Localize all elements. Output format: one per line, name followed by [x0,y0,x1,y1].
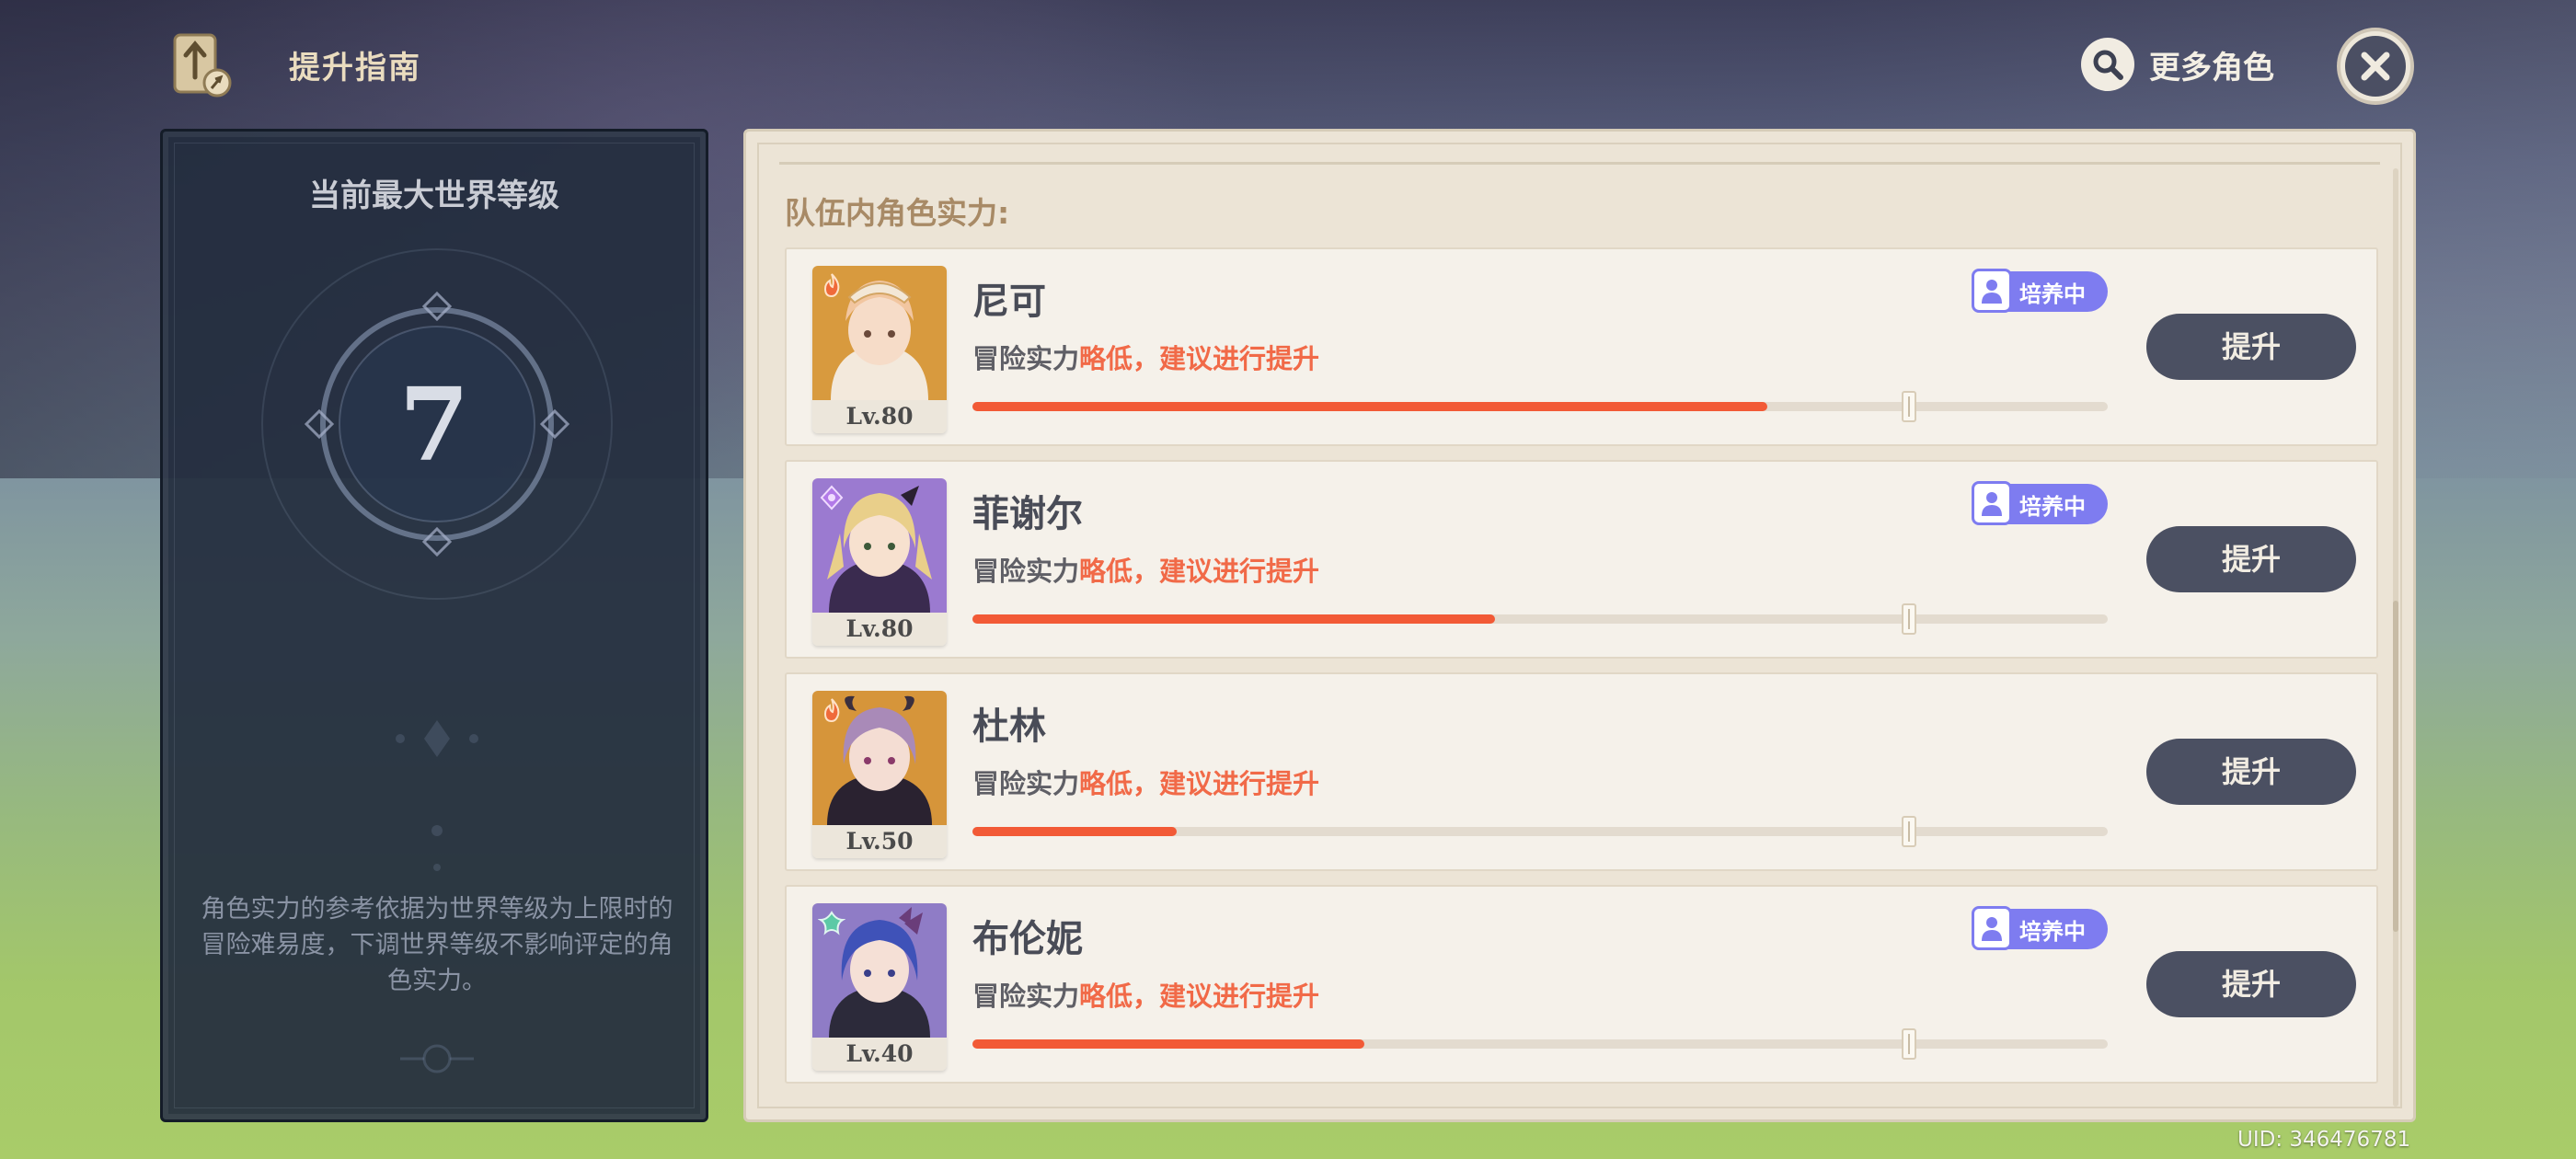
character-level: Lv.80 [812,400,947,433]
character-name: 菲谢尔 [972,493,1083,535]
power-warning: 略低，建议进行提升 [1079,981,1320,1012]
character-card: Lv.50 杜林 冒险实力略低，建议进行提升 提升 [785,672,2378,871]
training-badge-label: 培养中 [2019,918,2086,945]
page-title: 提升指南 [289,50,421,86]
pyro-element-icon [818,271,845,299]
power-rating: 冒险实力略低，建议进行提升 [972,338,1319,376]
power-progress-bar [972,816,2108,847]
training-badge-label: 培养中 [2019,493,2086,520]
power-warning: 略低，建议进行提升 [1079,768,1320,799]
power-progress-bar [972,391,2108,422]
character-portrait[interactable]: Lv.80 [812,478,947,646]
recommended-level-marker [1902,1028,1917,1060]
training-badge-label: 培养中 [2019,281,2086,307]
character-card: Lv.80 菲谢尔 冒险实力略低，建议进行提升 培养中 提升 [785,460,2378,659]
training-badge: 培养中 [1972,906,2108,950]
anemo-element-icon [817,909,846,936]
close-button[interactable] [2337,28,2414,105]
close-icon [2345,36,2406,97]
power-warning: 略低，建议进行提升 [1079,556,1320,587]
recommended-level-marker [1902,391,1917,422]
search-icon [2081,38,2134,91]
character-portrait[interactable]: Lv.80 [812,266,947,433]
character-name: 杜林 [972,706,1046,748]
power-progress-fill [972,827,1178,836]
character-card: Lv.80 尼可 冒险实力略低，建议进行提升 培养中 提升 [785,247,2378,446]
section-title: 队伍内角色实力: [785,195,1010,231]
knot-ornament-icon [400,1044,474,1073]
scrollbar-thumb[interactable] [2393,601,2398,932]
power-prefix: 冒险实力 [972,981,1080,1012]
training-badge: 培养中 [1972,269,2108,313]
character-card: Lv.40 布伦妮 冒险实力略低，建议进行提升 培养中 提升 [785,885,2378,1084]
character-name: 布伦妮 [972,918,1083,960]
guide-book-icon [167,31,237,101]
upgrade-button[interactable]: 提升 [2146,739,2356,805]
person-icon [1972,906,2012,950]
character-level: Lv.80 [812,613,947,646]
upgrade-button[interactable]: 提升 [2146,314,2356,380]
user-id: UID: 346476781 [2237,1128,2411,1152]
recommended-level-marker [1902,603,1917,635]
character-level: Lv.50 [812,825,947,858]
panel-top-divider [779,148,2380,165]
power-rating: 冒险实力略低，建议进行提升 [972,975,1319,1014]
power-rating: 冒险实力略低，建议进行提升 [972,763,1319,801]
pyro-element-icon [818,696,845,724]
decorative-ornament [396,720,478,871]
world-level-description: 角色实力的参考依据为世界等级为上限时的冒险难易度，下调世界等级不影响评定的角色实… [201,895,673,995]
power-progress-fill [972,1039,1364,1049]
power-warning: 略低，建议进行提升 [1079,343,1320,374]
power-progress-fill [972,402,1767,411]
world-level-title: 当前最大世界等级 [309,178,559,214]
upgrade-button[interactable]: 提升 [2146,951,2356,1017]
power-prefix: 冒险实力 [972,556,1080,587]
power-rating: 冒险实力略低，建议进行提升 [972,550,1319,589]
character-portrait[interactable]: Lv.40 [812,903,947,1071]
power-progress-bar [972,1028,2108,1060]
more-characters-label: 更多角色 [2149,49,2274,86]
world-level-value: 7 [398,365,470,484]
recommended-level-marker [1902,816,1917,847]
character-portrait[interactable]: Lv.50 [812,691,947,858]
training-badge: 培养中 [1972,481,2108,525]
person-icon [1972,269,2012,313]
character-level: Lv.40 [812,1038,947,1071]
more-characters-button[interactable]: 更多角色 [2081,35,2274,94]
world-level-panel: 当前最大世界等级 7 角色实力的参考依据为世界等级为上限时的冒险难易度，下调世界… [160,129,708,1122]
power-progress-bar [972,603,2108,635]
character-name: 尼可 [972,281,1046,323]
person-icon [1972,481,2012,525]
power-progress-fill [972,614,1495,624]
upgrade-button[interactable]: 提升 [2146,526,2356,592]
power-prefix: 冒险实力 [972,768,1080,799]
electro-element-icon [818,484,845,511]
power-prefix: 冒险实力 [972,343,1080,374]
team-power-panel: 队伍内角色实力: Lv.80 尼可 冒险实力略低，建议进行提升 培养中 提升 L… [743,129,2416,1122]
